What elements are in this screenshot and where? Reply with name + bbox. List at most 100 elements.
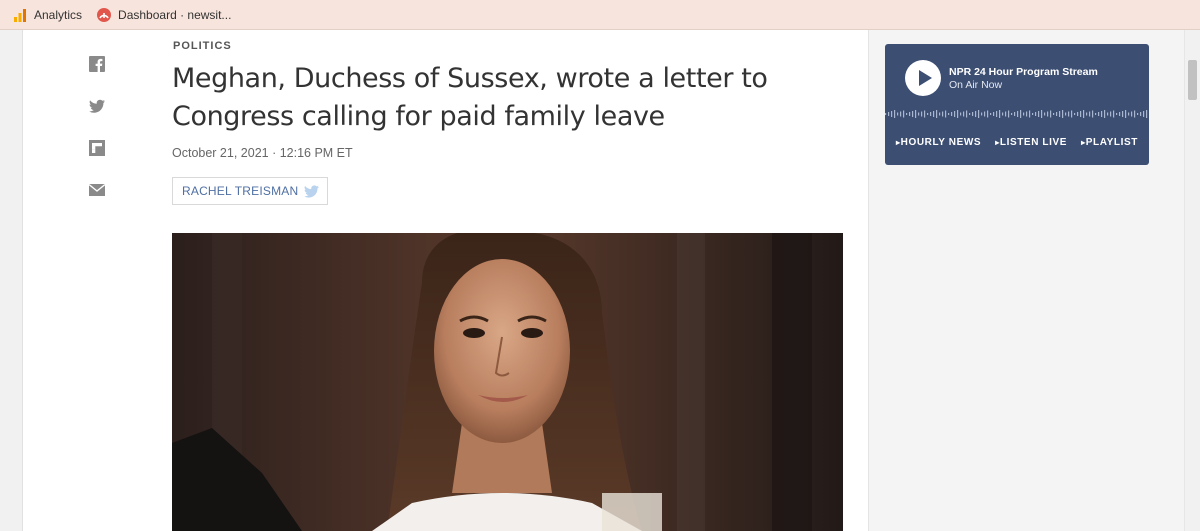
waveform-bar (915, 110, 917, 118)
waveform-bar (1053, 113, 1055, 115)
dashboard-icon (96, 7, 112, 23)
waveform-bar (1032, 113, 1034, 115)
waveform-bar (996, 111, 998, 117)
bookmarks-bar: Analytics Dashboard · newsit... (0, 0, 1200, 30)
waveform-bar (891, 111, 893, 117)
author-twitter-icon[interactable] (304, 185, 319, 198)
waveform-bar (978, 110, 980, 118)
waveform-bar (948, 113, 950, 115)
waveform-bar (933, 111, 935, 117)
waveform-bar (990, 113, 992, 115)
waveform-bar (993, 112, 995, 116)
waveform-bar (1065, 112, 1067, 116)
bookmark-analytics[interactable]: Analytics (12, 7, 82, 23)
waveform-bar (981, 112, 983, 116)
waveform-bar (1089, 111, 1091, 117)
waveform-bar (960, 112, 962, 116)
waveform-bar (939, 112, 941, 116)
waveform-bar (912, 111, 914, 117)
waveform-bar (1029, 110, 1031, 118)
waveform-bar (930, 112, 932, 116)
waveform-bar (1011, 113, 1013, 115)
flipboard-icon (89, 140, 105, 156)
waveform-bar (1083, 110, 1085, 118)
hero-photo (172, 233, 843, 531)
waveform-bar (909, 112, 911, 116)
stream-title[interactable]: NPR 24 Hour Program Stream (949, 66, 1098, 78)
twitter-icon (89, 99, 105, 113)
waveform-bar (972, 112, 974, 116)
waveform-bar (1086, 112, 1088, 116)
waveform-bar (1101, 111, 1103, 117)
waveform-bar (1110, 111, 1112, 117)
npr-stream-player: NPR 24 Hour Program Stream On Air Now HO… (885, 44, 1149, 165)
analytics-icon (12, 7, 28, 23)
article-headline: Meghan, Duchess of Sussex, wrote a lette… (172, 63, 768, 132)
article-hero-image[interactable] (172, 233, 843, 531)
waveform-bar (1119, 112, 1121, 116)
waveform-bar (894, 110, 896, 118)
waveform-bar (1005, 111, 1007, 117)
waveform-bar (1038, 111, 1040, 117)
waveform-bar (1044, 112, 1046, 116)
email-icon (89, 183, 105, 196)
waveform-bar (1008, 110, 1010, 118)
play-icon[interactable] (905, 60, 941, 96)
article-slug[interactable]: POLITICS (173, 40, 232, 52)
waveform-bar (1062, 110, 1064, 118)
waveform-bar (1134, 110, 1136, 118)
waveform-bar (1074, 113, 1076, 115)
waveform-bar (1002, 112, 1004, 116)
waveform-bar (1014, 112, 1016, 116)
share-facebook-button[interactable] (89, 56, 105, 72)
page-scrollbar[interactable] (1184, 30, 1200, 531)
waveform-bar (1092, 110, 1094, 118)
waveform-bar (1080, 111, 1082, 117)
waveform-bar (936, 110, 938, 118)
share-email-button[interactable] (89, 182, 105, 198)
waveform-bar (957, 110, 959, 118)
bookmark-dashboard[interactable]: Dashboard · newsit... (96, 7, 231, 23)
waveform-bar (1098, 112, 1100, 116)
waveform-bar (1077, 112, 1079, 116)
waveform-bar (1068, 111, 1070, 117)
waveform-bar (942, 111, 944, 117)
scrollbar-thumb[interactable] (1188, 60, 1197, 100)
bookmark-label: Dashboard · newsit... (118, 7, 232, 22)
waveform-bar (1059, 111, 1061, 117)
waveform-bar (903, 110, 905, 118)
listen-live-link[interactable]: LISTEN LIVE (995, 137, 1067, 148)
author-name[interactable]: RACHEL TREISMAN (182, 184, 298, 198)
waveform-bar (984, 111, 986, 117)
hourly-news-link[interactable]: HOURLY NEWS (896, 137, 981, 148)
waveform-bar (1128, 112, 1130, 116)
waveform-bar (951, 112, 953, 116)
waveform-bar (924, 110, 926, 118)
waveform-bar (1056, 112, 1058, 116)
waveform-bar (987, 110, 989, 118)
player-links: HOURLY NEWS LISTEN LIVE PLAYLIST (885, 137, 1149, 148)
waveform-bar (897, 112, 899, 116)
waveform-bar (906, 113, 908, 115)
waveform-bar (969, 113, 971, 115)
waveform-bar (1023, 112, 1025, 116)
playlist-link[interactable]: PLAYLIST (1081, 137, 1138, 148)
waveform-bar (1116, 113, 1118, 115)
waveform-bar (888, 112, 890, 116)
page-gutter (0, 30, 23, 531)
author-byline[interactable]: RACHEL TREISMAN (172, 177, 328, 205)
facebook-icon (89, 56, 105, 72)
waveform-bar (1146, 110, 1148, 118)
waveform-bar (1125, 110, 1127, 118)
share-flipboard-button[interactable] (89, 140, 105, 156)
waveform-decoration (885, 110, 1148, 118)
waveform-bar (1143, 111, 1145, 117)
share-twitter-button[interactable] (89, 98, 105, 114)
waveform-bar (918, 112, 920, 116)
waveform-bar (1017, 111, 1019, 117)
waveform-bar (1041, 110, 1043, 118)
waveform-bar (1047, 111, 1049, 117)
waveform-bar (1095, 113, 1097, 115)
waveform-bar (921, 111, 923, 117)
waveform-bar (1104, 110, 1106, 118)
